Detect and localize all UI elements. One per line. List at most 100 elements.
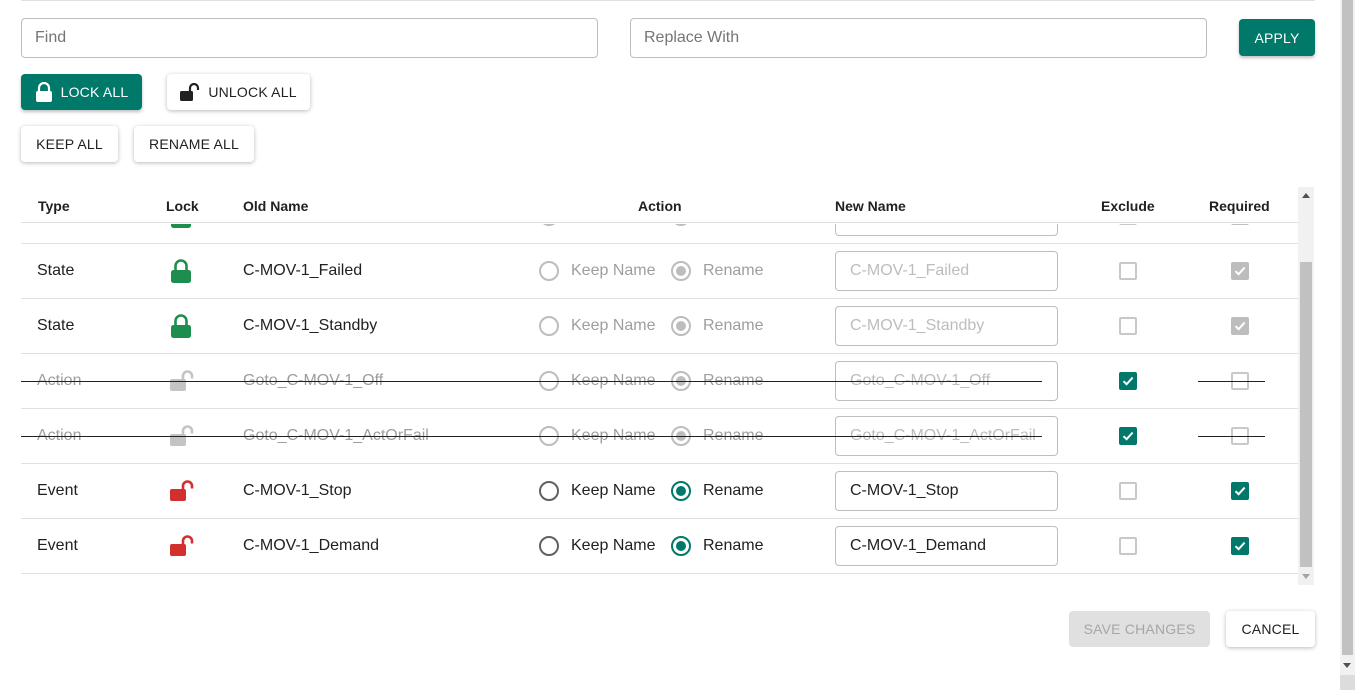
rename-radio[interactable]: Rename [671,299,763,353]
rename-radio[interactable]: Rename [671,224,763,243]
header-action: Action [638,198,682,214]
keep-name-label: Keep Name [571,262,656,279]
table-row: Event C-MOV-1_Stop Keep Name Rename C-MOV-1_… [21,464,1298,519]
radio-button[interactable] [671,481,691,501]
row-old-name: C-MOV-1_Active [243,224,362,243]
rename-label: Rename [703,262,764,279]
required-checkbox[interactable] [1231,262,1249,280]
replace-input[interactable] [630,18,1207,58]
unlock-all-button[interactable]: UNLOCK ALL [167,74,310,110]
rename-radio[interactable]: Rename [671,519,763,573]
exclude-checkbox[interactable] [1119,427,1137,445]
radio-button[interactable] [671,261,691,281]
exclude-checkbox[interactable] [1119,317,1137,335]
radio-button[interactable] [671,316,691,336]
keep-name-radio[interactable]: Keep Name [539,519,656,573]
row-old-name: C-MOV-1_Failed [243,262,363,279]
table-row: State C-MOV-1_Active Keep Name Rename C-MOV-… [21,224,1298,244]
exclude-checkbox[interactable] [1119,224,1137,225]
top-divider [21,0,1315,1]
lock-icon[interactable] [170,299,192,353]
page-scroll-down-arrow[interactable] [1343,663,1351,668]
new-name-input[interactable]: C-MOV-1_Demand [835,526,1058,566]
radio-button[interactable] [671,536,691,556]
save-changes-button[interactable]: SAVE CHANGES [1069,611,1210,647]
exclude-checkbox[interactable] [1119,482,1137,500]
header-old-name: Old Name [243,198,309,214]
radio-button[interactable] [539,481,559,501]
radio-button[interactable] [671,224,691,226]
table-row: Action Goto_C-MOV-1_Off Keep Name Rename Got… [21,354,1298,409]
lock-open-icon[interactable] [170,519,194,573]
row-type: State [37,224,74,243]
row-old-name: C-MOV-1_Standby [243,317,378,334]
rename-label: Rename [703,317,764,334]
scroll-down-arrow[interactable] [1302,574,1310,579]
page-scrollbar[interactable] [1340,0,1355,690]
new-name-input[interactable]: C-MOV-1_Standby [835,306,1058,346]
exclude-checkbox[interactable] [1119,372,1137,390]
row-type: State [37,317,75,334]
rename-all-button[interactable]: RENAME ALL [134,126,254,162]
rename-radio[interactable]: Rename [671,464,763,518]
exclude-checkbox[interactable] [1119,262,1137,280]
required-strikethrough [1198,381,1265,382]
required-checkbox[interactable] [1231,537,1249,555]
keep-name-label: Keep Name [571,537,656,554]
row-type: Event [37,482,78,499]
table-row: State C-MOV-1_Failed Keep Name Rename C-MOV-… [21,244,1298,299]
rename-label: Rename [703,224,763,225]
cancel-button[interactable]: CANCEL [1226,611,1315,647]
header-required: Required [1209,198,1270,214]
keep-name-radio[interactable]: Keep Name [539,224,656,243]
lock-all-button[interactable]: LOCK ALL [21,74,142,110]
keep-all-button[interactable]: KEEP ALL [21,126,118,162]
rename-label: Rename [703,537,764,554]
table-row: State C-MOV-1_Standby Keep Name Rename C-MOV… [21,299,1298,354]
header-new-name: New Name [835,198,906,214]
new-name-input[interactable]: C-MOV-1_Stop [835,471,1058,511]
radio-button[interactable] [539,224,559,226]
keep-name-radio[interactable]: Keep Name [539,464,656,518]
table-body: State C-MOV-1_Active Keep Name Rename C-MOV-… [21,224,1298,585]
keep-name-label: Keep Name [571,317,656,334]
radio-button[interactable] [539,536,559,556]
exclude-checkbox[interactable] [1119,537,1137,555]
header-exclude: Exclude [1101,198,1155,214]
lock-all-label: LOCK ALL [60,84,129,100]
row-type: State [37,262,75,279]
new-name-input[interactable]: C-MOV-1_Failed [835,251,1058,291]
scroll-up-arrow[interactable] [1302,193,1310,198]
required-checkbox[interactable] [1231,224,1249,225]
required-strikethrough [1198,436,1265,437]
required-checkbox[interactable] [1231,317,1249,335]
table-row: Action Goto_C-MOV-1_ActOrFail Keep Name Ren… [21,409,1298,464]
header-type: Type [38,198,70,214]
rename-radio[interactable]: Rename [671,244,763,298]
keep-name-radio[interactable]: Keep Name [539,244,656,298]
resize-corner[interactable] [1340,675,1355,690]
row-old-name: C-MOV-1_Demand [243,537,380,554]
lock-icon[interactable] [170,224,192,243]
lock-icon[interactable] [170,244,192,298]
row-strikethrough [21,381,1042,382]
radio-button[interactable] [539,261,559,281]
unlock-all-label: UNLOCK ALL [208,84,297,100]
rename-label: Rename [703,482,764,499]
scroll-thumb[interactable] [1300,262,1312,567]
keep-name-label: Keep Name [571,482,656,499]
table-scrollbar[interactable] [1298,187,1314,585]
required-checkbox[interactable] [1231,482,1249,500]
row-type: Event [37,537,78,554]
table-row: Event C-MOV-1_Demand Keep Name Rename C-MOV-… [21,519,1298,574]
header-lock: Lock [166,198,199,214]
lock-open-icon[interactable] [170,464,194,518]
keep-name-radio[interactable]: Keep Name [539,299,656,353]
new-name-input[interactable]: C-MOV-1_Active [835,224,1058,236]
rename-table: Type Lock Old Name Action New Name Exclu… [21,187,1314,585]
page-scroll-thumb[interactable] [1342,0,1353,655]
radio-button[interactable] [539,316,559,336]
lock-icon [35,82,53,102]
find-input[interactable] [21,18,598,58]
apply-button[interactable]: APPLY [1239,19,1315,56]
